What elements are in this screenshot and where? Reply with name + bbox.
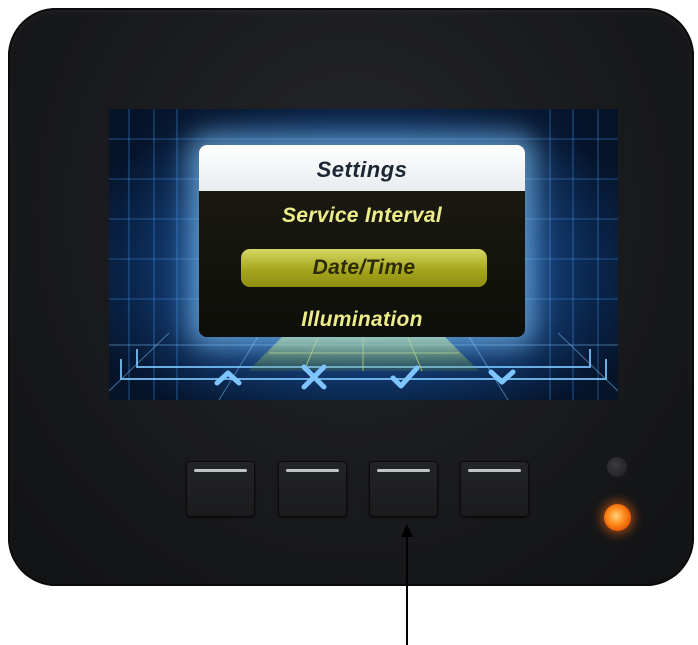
chevron-up-icon (211, 363, 245, 391)
checkmark-icon (388, 363, 422, 391)
menu-item-service-interval[interactable]: Service Interval (199, 199, 525, 233)
chevron-down-icon (485, 363, 519, 391)
softkey-button-down[interactable] (460, 461, 529, 517)
callout-arrow (401, 524, 413, 645)
button-indicator-bar (194, 469, 247, 472)
button-indicator-bar (377, 469, 430, 472)
close-x-icon (297, 363, 331, 391)
softkey-button-cancel[interactable] (278, 461, 347, 517)
button-indicator-bar (286, 469, 339, 472)
menu-title: Settings (199, 145, 525, 191)
button-indicator-bar (468, 469, 521, 472)
status-led-off (607, 457, 627, 477)
device-housing: Settings Service Interval Date/Time Illu… (8, 8, 694, 586)
product-photo: Settings Service Interval Date/Time Illu… (0, 0, 698, 645)
softkey-button-confirm[interactable] (369, 461, 438, 517)
status-led-on (604, 504, 631, 531)
menu-item-illumination[interactable]: Illumination (199, 303, 525, 337)
menu-item-date-time[interactable]: Date/Time (241, 249, 487, 287)
display-screen: Settings Service Interval Date/Time Illu… (109, 109, 618, 400)
softkey-button-up[interactable] (186, 461, 255, 517)
settings-menu: Settings Service Interval Date/Time Illu… (199, 145, 525, 337)
